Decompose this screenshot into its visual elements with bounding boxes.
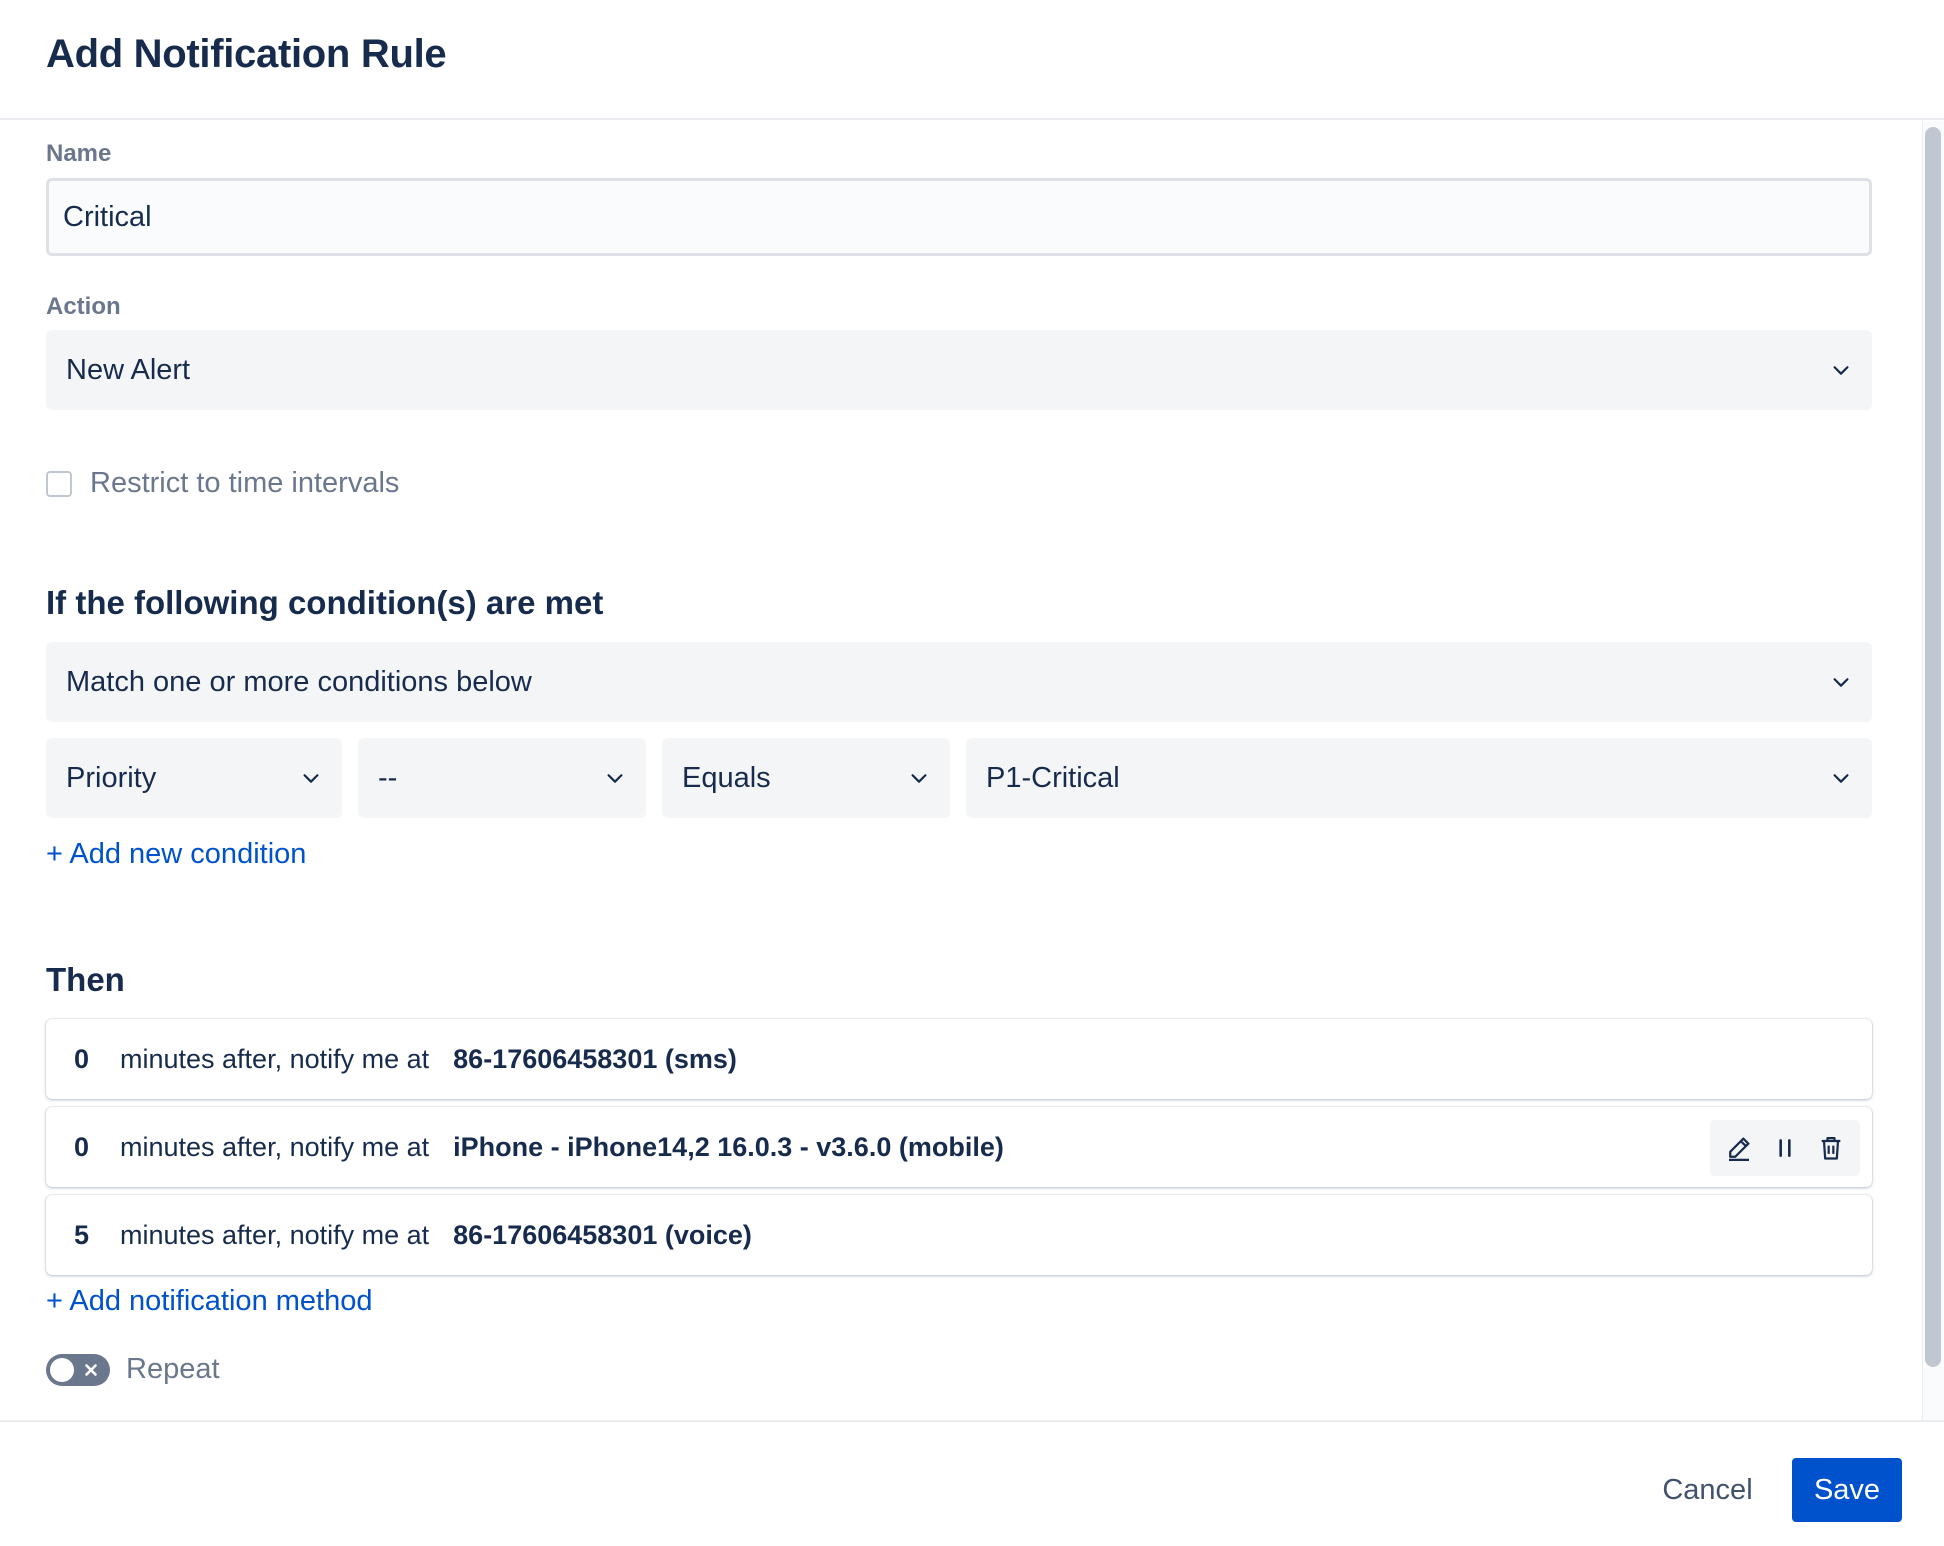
notification-text: minutes after, notify me at [120, 1219, 430, 1250]
match-type-value: Match one or more conditions below [66, 665, 532, 698]
condition-operator-select[interactable]: Equals [662, 738, 950, 818]
chevron-down-icon [1833, 366, 1849, 375]
notification-row[interactable]: 0 minutes after, notify me at iPhone - i… [46, 1107, 1872, 1187]
dialog-body: Name Action New Alert Restrict to time i… [0, 121, 1944, 1420]
notification-row-actions [1710, 1120, 1860, 1176]
chevron-down-icon [911, 774, 927, 783]
notification-target: 86-17606458301 (sms) [453, 1043, 737, 1074]
dialog-title: Add Notification Rule [46, 32, 447, 76]
close-icon [85, 1363, 97, 1376]
name-label: Name [46, 140, 112, 167]
condition-operator-value: Equals [682, 761, 771, 794]
condition-value-select[interactable]: P1-Critical [966, 738, 1872, 818]
notification-row[interactable]: 0 minutes after, notify me at 86-1760645… [46, 1019, 1872, 1099]
trash-icon[interactable] [1813, 1130, 1849, 1166]
conditions-title: If the following condition(s) are met [46, 584, 604, 621]
match-type-select[interactable]: Match one or more conditions below [46, 642, 1872, 722]
condition-not-value: -- [378, 761, 398, 794]
action-label: Action [46, 293, 121, 320]
notification-text: minutes after, notify me at [120, 1131, 430, 1162]
notification-text: minutes after, notify me at [120, 1043, 430, 1074]
repeat-toggle[interactable] [46, 1353, 110, 1386]
chevron-down-icon [303, 774, 319, 783]
notification-delay: 0 [74, 1131, 90, 1162]
notification-target: iPhone - iPhone14,2 16.0.3 - v3.6.0 (mob… [453, 1131, 1004, 1162]
condition-not-select[interactable]: -- [358, 738, 646, 818]
add-notification-method-link[interactable]: + Add notification method [46, 1285, 372, 1318]
restrict-time-label: Restrict to time intervals [90, 467, 400, 499]
add-condition-link[interactable]: + Add new condition [46, 838, 306, 871]
notification-row[interactable]: 5 minutes after, notify me at 86-1760645… [46, 1195, 1872, 1275]
restrict-time-row[interactable]: Restrict to time intervals [46, 467, 399, 500]
notification-target: 86-17606458301 (voice) [453, 1219, 752, 1250]
notification-rule-dialog: Add Notification Rule Name Action New Al… [0, 0, 1944, 1546]
name-input[interactable] [46, 178, 1872, 256]
notification-delay: 5 [74, 1219, 90, 1250]
chevron-down-icon [1833, 678, 1849, 687]
pause-icon[interactable] [1767, 1130, 1803, 1166]
chevron-down-icon [607, 774, 623, 783]
save-button[interactable]: Save [1792, 1458, 1902, 1522]
action-select[interactable]: New Alert [46, 330, 1872, 410]
condition-field-select[interactable]: Priority [46, 738, 342, 818]
repeat-label: Repeat [126, 1353, 220, 1385]
restrict-time-checkbox[interactable] [46, 470, 72, 497]
condition-field-value: Priority [66, 761, 157, 794]
action-select-value: New Alert [66, 353, 191, 386]
chevron-down-icon [1833, 774, 1849, 783]
scrollbar-thumb[interactable] [1925, 127, 1941, 1367]
edit-pencil-icon[interactable] [1721, 1130, 1757, 1166]
notification-delay: 0 [74, 1043, 90, 1074]
repeat-row: Repeat [46, 1353, 220, 1386]
then-title: Then [46, 961, 125, 998]
cancel-button[interactable]: Cancel [1640, 1458, 1775, 1522]
dialog-header: Add Notification Rule [0, 0, 1944, 120]
toggle-knob [50, 1357, 74, 1382]
scrollbar[interactable] [1922, 121, 1944, 1420]
dialog-footer: Cancel Save [0, 1420, 1944, 1546]
condition-value-value: P1-Critical [986, 761, 1120, 794]
